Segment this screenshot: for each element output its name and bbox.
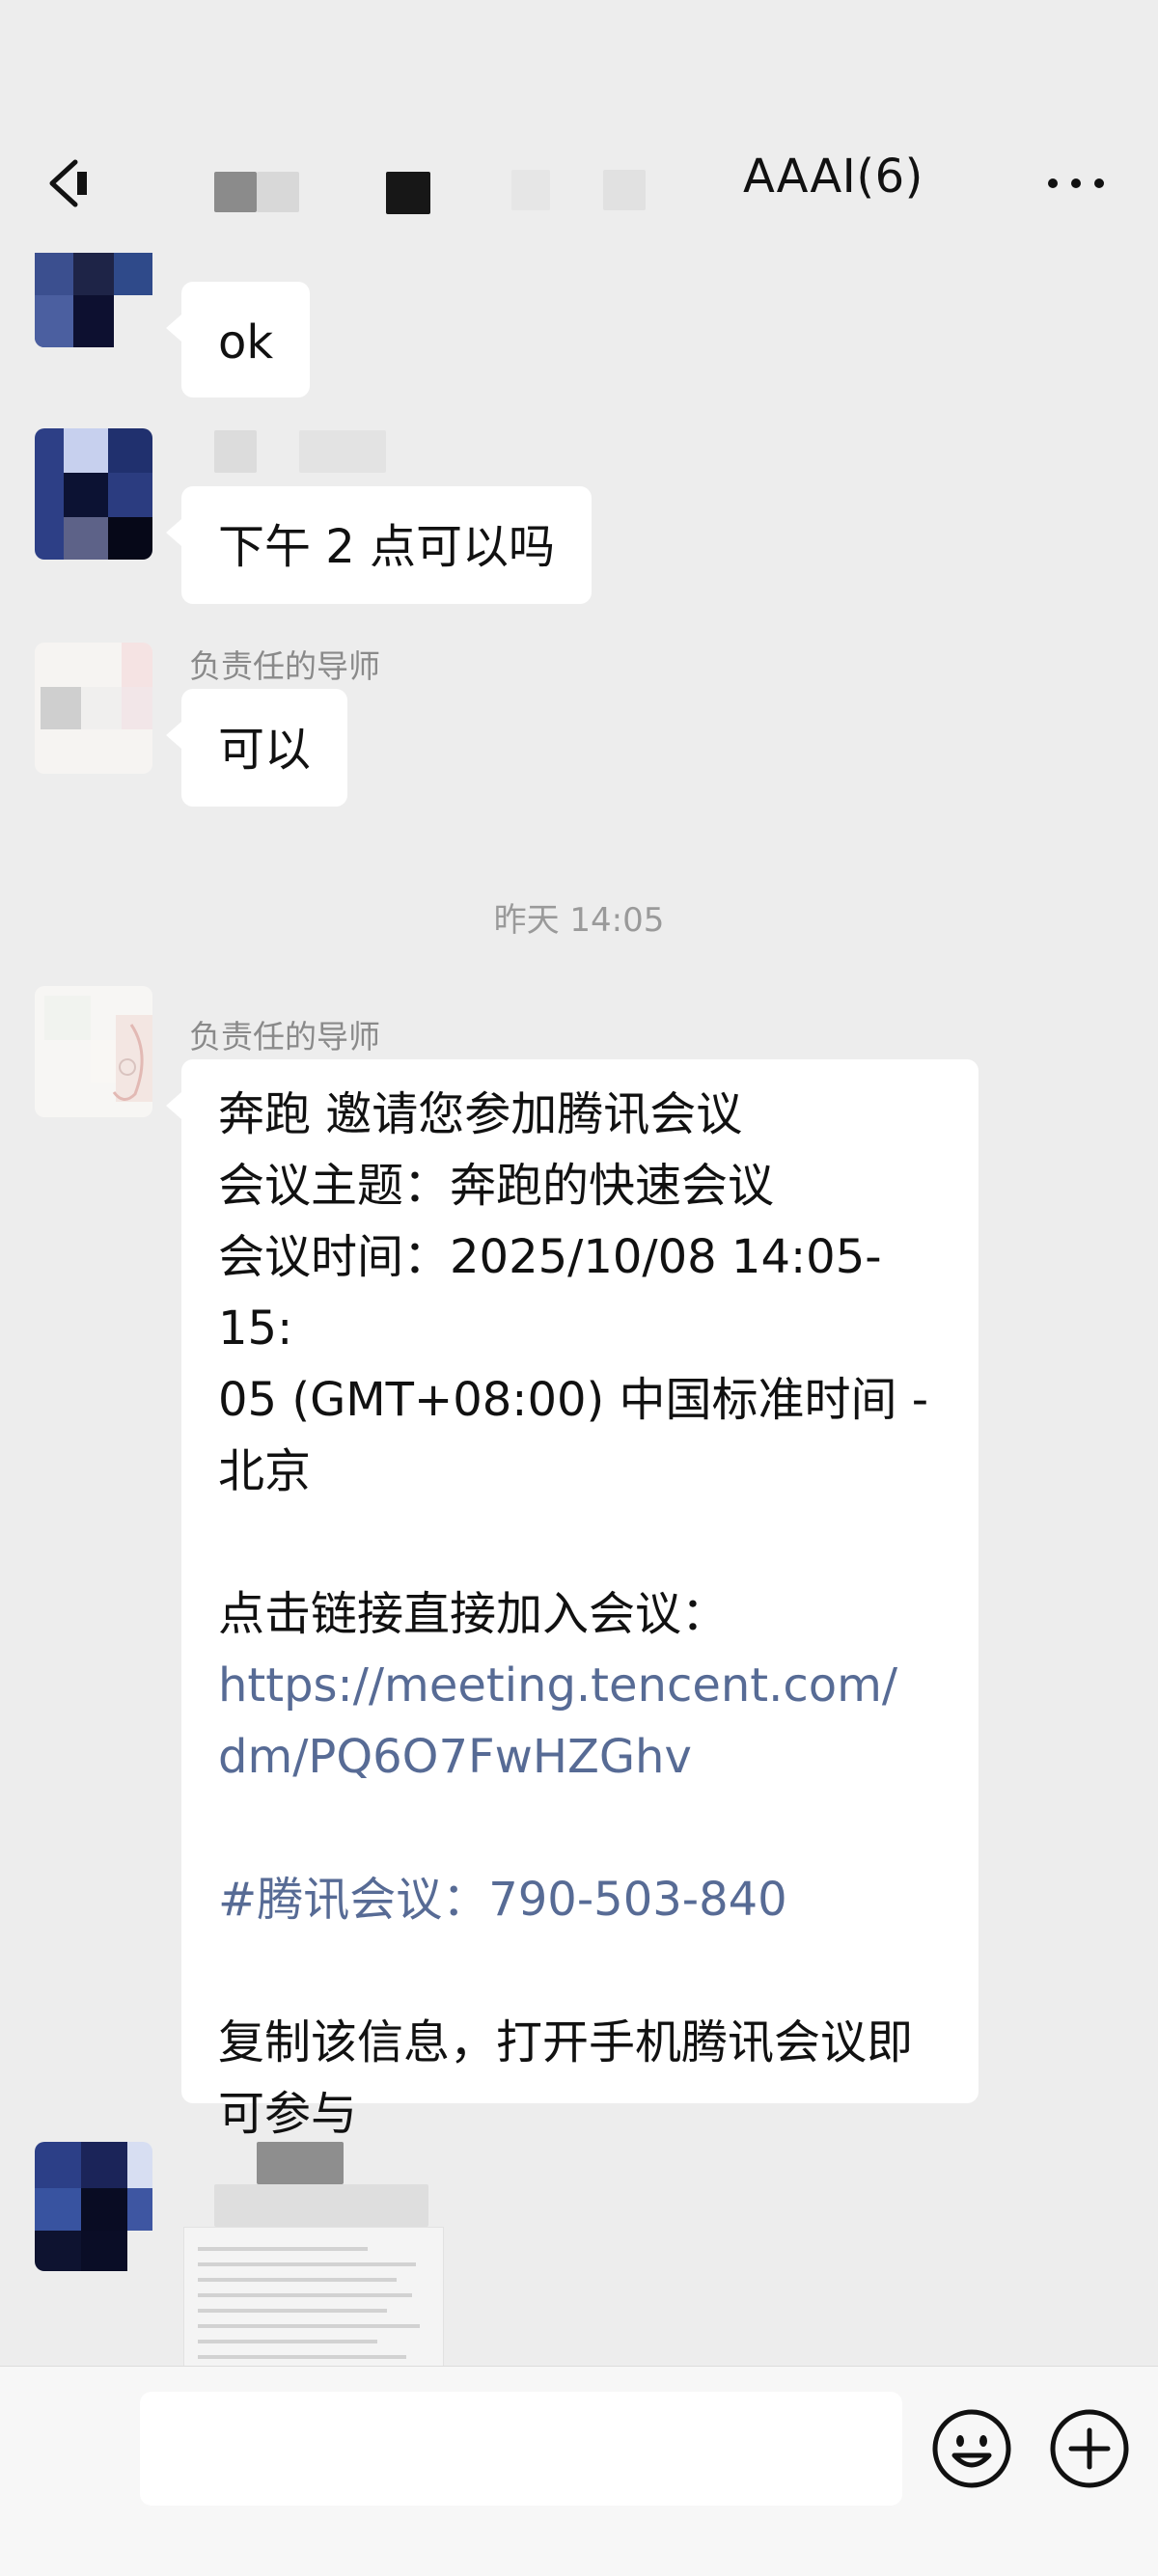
message-text: 可以 bbox=[218, 723, 312, 777]
invite-line: 05 (GMT+08:00) 中国标准时间 - bbox=[218, 1373, 929, 1427]
invite-line: 可参与 bbox=[218, 2087, 358, 2141]
avatar[interactable] bbox=[35, 2142, 152, 2271]
sender-name: 负责任的导师 bbox=[189, 1018, 380, 1055]
input-bar bbox=[0, 2366, 1158, 2576]
more-button[interactable] bbox=[1042, 159, 1110, 207]
more-actions-button[interactable] bbox=[1048, 2407, 1131, 2490]
avatar[interactable] bbox=[35, 428, 152, 560]
message-text: 下午 2 点可以吗 bbox=[218, 520, 556, 574]
meeting-link-line[interactable]: https://meeting.tencent.com/ bbox=[218, 1650, 942, 1721]
message-input[interactable] bbox=[140, 2392, 902, 2506]
sender-name: 负责任的导师 bbox=[189, 647, 380, 685]
avatar[interactable] bbox=[35, 643, 152, 774]
meeting-id-link[interactable]: #腾讯会议：790-503-840 bbox=[218, 1864, 942, 1935]
message-bubble[interactable]: 可以 bbox=[165, 689, 348, 807]
chat-title: AAAI(6) bbox=[743, 150, 924, 204]
blurred-document-icon bbox=[198, 2247, 420, 2359]
chat-header: AAAI(6) bbox=[0, 0, 1158, 253]
avatar[interactable] bbox=[35, 243, 152, 347]
invite-line: 会议主题：奔跑的快速会议 bbox=[218, 1159, 775, 1213]
emoji-button[interactable] bbox=[930, 2407, 1013, 2490]
more-dots-icon bbox=[1048, 178, 1104, 188]
invite-line: 会议时间：2025/10/08 14:05-15: bbox=[218, 1230, 882, 1356]
chat-screen: AAAI(6) ok 下午 2 点可以吗 负责任的导师 可以 昨天 14:05 … bbox=[0, 0, 1158, 2576]
avatar[interactable] bbox=[35, 986, 152, 1117]
chevron-left-icon bbox=[49, 159, 87, 207]
invite-line: 奔跑 邀请您参加腾讯会议 bbox=[218, 1087, 743, 1141]
message-bubble[interactable]: 下午 2 点可以吗 bbox=[165, 486, 593, 604]
invite-line: 复制该信息，打开手机腾讯会议即 bbox=[218, 2015, 914, 2069]
message-bubble[interactable]: ok bbox=[165, 282, 311, 397]
plus-circle-icon bbox=[1050, 2409, 1129, 2488]
time-separator: 昨天 14:05 bbox=[493, 901, 665, 940]
invite-join-label: 点击链接直接加入会议： bbox=[218, 1587, 729, 1641]
back-button[interactable] bbox=[41, 154, 98, 212]
meeting-link[interactable]: https://meeting.tencent.com/ dm/PQ6O7FwH… bbox=[218, 1650, 942, 1793]
message-text: ok bbox=[218, 315, 274, 370]
meeting-link-line[interactable]: dm/PQ6O7FwHZGhv bbox=[218, 1721, 942, 1793]
anime-avatar-icon bbox=[112, 1024, 144, 1101]
meeting-invite-bubble[interactable]: 奔跑 邀请您参加腾讯会议 会议主题：奔跑的快速会议 会议时间：2025/10/0… bbox=[166, 1059, 979, 2141]
emoji-icon bbox=[932, 2409, 1011, 2488]
invite-line: 北京 bbox=[218, 1444, 312, 1498]
image-message-thumbnail[interactable] bbox=[183, 2227, 444, 2368]
